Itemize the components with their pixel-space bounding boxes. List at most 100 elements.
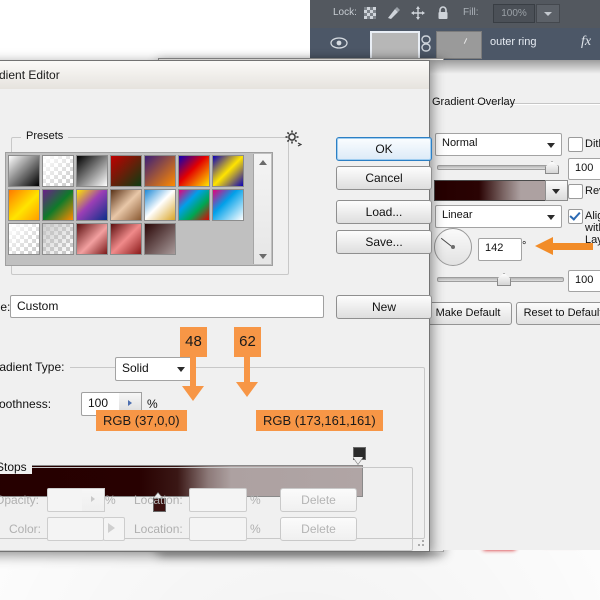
angle-hub (451, 245, 455, 249)
preset-swatch[interactable] (110, 223, 142, 255)
gradient-preview-swatch[interactable] (434, 180, 546, 201)
opacity-value-field[interactable]: 100 (568, 158, 600, 180)
layer-mask-thumbnail[interactable] (436, 31, 482, 59)
color-label: Color: (9, 522, 41, 536)
stop-opacity-spinner[interactable] (82, 488, 105, 512)
reset-to-default-button[interactable]: Reset to Default (516, 302, 600, 325)
new-button[interactable]: New (336, 295, 432, 319)
gradient-preset-dropdown[interactable] (545, 180, 568, 201)
delete-color-stop-button[interactable]: Delete (280, 517, 357, 541)
reverse-label: Reverse (585, 185, 600, 197)
preset-swatch[interactable] (144, 155, 176, 187)
style-select[interactable]: Linear (435, 205, 562, 228)
smoothness-label: Smoothness: (0, 397, 51, 411)
fx-badge[interactable]: fx (581, 34, 591, 50)
gear-icon[interactable] (284, 129, 302, 147)
scroll-down-button[interactable] (254, 248, 271, 264)
color-location-unit: % (250, 522, 261, 536)
preset-swatch[interactable] (8, 223, 40, 255)
ok-button[interactable]: OK (336, 137, 432, 161)
layer-name[interactable]: outer ring (490, 36, 536, 48)
gradient-type-label: Gradient Type: (0, 360, 70, 374)
fill-dropdown-arrow[interactable] (536, 4, 560, 23)
annotation-stop2-rgb: RGB (173,161,161) (256, 410, 383, 431)
scale-value-field[interactable]: 100 (568, 270, 600, 292)
align-with-layer-checkbox[interactable] (568, 209, 583, 224)
stop-color-swatch[interactable] (47, 517, 104, 541)
opacity-location-label: Location: (134, 493, 183, 507)
preset-swatch[interactable] (76, 189, 108, 221)
dither-checkbox[interactable] (568, 137, 583, 152)
dither-label: Dither (585, 138, 600, 150)
fill-label: Fill: (463, 7, 479, 18)
stop-opacity-input[interactable] (47, 488, 84, 512)
preset-swatch[interactable] (212, 189, 244, 221)
annotation-stop1-number: 48 (180, 327, 207, 357)
make-default-button[interactable]: Make Default (424, 302, 512, 325)
scroll-up-button[interactable] (254, 154, 271, 170)
presets-swatch-grid (7, 154, 253, 264)
blend-mode-select[interactable]: Normal (435, 133, 562, 156)
preset-swatch[interactable] (178, 155, 210, 187)
preset-swatch[interactable] (144, 223, 176, 255)
gradient-type-select[interactable]: Solid (115, 357, 192, 381)
annotation-stop2-shaft (244, 357, 250, 385)
annotation-stop1-rgb: RGB (37,0,0) (96, 410, 187, 431)
preset-swatch[interactable] (76, 223, 108, 255)
angle-callout-arrow-icon (535, 237, 593, 255)
opacity-slider-knob[interactable] (545, 161, 559, 174)
load-button[interactable]: Load... (336, 200, 432, 224)
annotation-stop2-number: 62 (234, 327, 261, 357)
opacity-stop-right[interactable] (352, 447, 365, 464)
lock-image-pixels-icon[interactable] (386, 5, 402, 21)
presets-label: Presets (21, 130, 68, 142)
preset-swatch[interactable] (144, 189, 176, 221)
gradient-overlay-title: Gradient Overlay (432, 96, 515, 108)
name-label: Name: (0, 300, 10, 314)
reverse-checkbox[interactable] (568, 184, 583, 199)
lock-all-icon[interactable] (435, 5, 451, 21)
preset-swatch[interactable] (8, 155, 40, 187)
lock-position-icon[interactable] (410, 5, 426, 21)
fill-value[interactable]: 100% (493, 4, 535, 23)
eye-icon[interactable] (330, 36, 348, 50)
scale-slider-knob[interactable] (497, 273, 511, 286)
annotation-stop1-arrowhead (182, 386, 204, 401)
preset-swatch[interactable] (76, 155, 108, 187)
preset-swatch[interactable] (8, 189, 40, 221)
link-icon[interactable] (420, 35, 432, 52)
resize-grip[interactable] (414, 536, 426, 548)
preset-swatch[interactable] (42, 155, 74, 187)
lock-transparent-pixels-icon[interactable] (362, 5, 378, 21)
preset-swatch[interactable] (212, 155, 244, 187)
gradient-name-input[interactable]: Custom (10, 295, 324, 318)
cancel-button[interactable]: Cancel (336, 166, 432, 190)
layers-panel: Lock: Fill (310, 0, 600, 60)
preset-swatch[interactable] (178, 189, 210, 221)
color-location-label: Location: (134, 522, 183, 536)
layers-lock-bar: Lock: Fill (310, 0, 600, 29)
angle-value-field[interactable]: 142 (478, 238, 522, 261)
preset-swatch[interactable] (42, 223, 74, 255)
delete-opacity-stop-button[interactable]: Delete (280, 488, 357, 512)
opacity-slider-track (437, 165, 559, 170)
presets-list[interactable] (5, 152, 273, 266)
panel-top-shadow (427, 60, 600, 74)
stop-color-location-input[interactable] (189, 517, 247, 541)
angle-dial[interactable] (434, 228, 472, 266)
preset-swatch[interactable] (42, 189, 74, 221)
save-button[interactable]: Save... (336, 230, 432, 254)
preset-swatch[interactable] (110, 155, 142, 187)
stop-opacity-location-input[interactable] (189, 488, 247, 512)
preset-swatch[interactable] (110, 189, 142, 221)
annotation-stop2-arrowhead (236, 382, 258, 397)
presets-scrollbar[interactable] (253, 154, 271, 264)
scale-slider[interactable] (437, 272, 562, 284)
layer-row-outer-ring[interactable]: outer ring fx (310, 28, 600, 60)
annotation-stop1-shaft (190, 357, 196, 389)
layer-thumbnail[interactable] (370, 31, 420, 61)
opacity-location-unit: % (250, 493, 261, 507)
gradient-editor-titlebar: Gradient Editor (0, 61, 429, 90)
opacity-label: Opacity: (0, 493, 39, 507)
opacity-slider[interactable] (437, 160, 557, 172)
